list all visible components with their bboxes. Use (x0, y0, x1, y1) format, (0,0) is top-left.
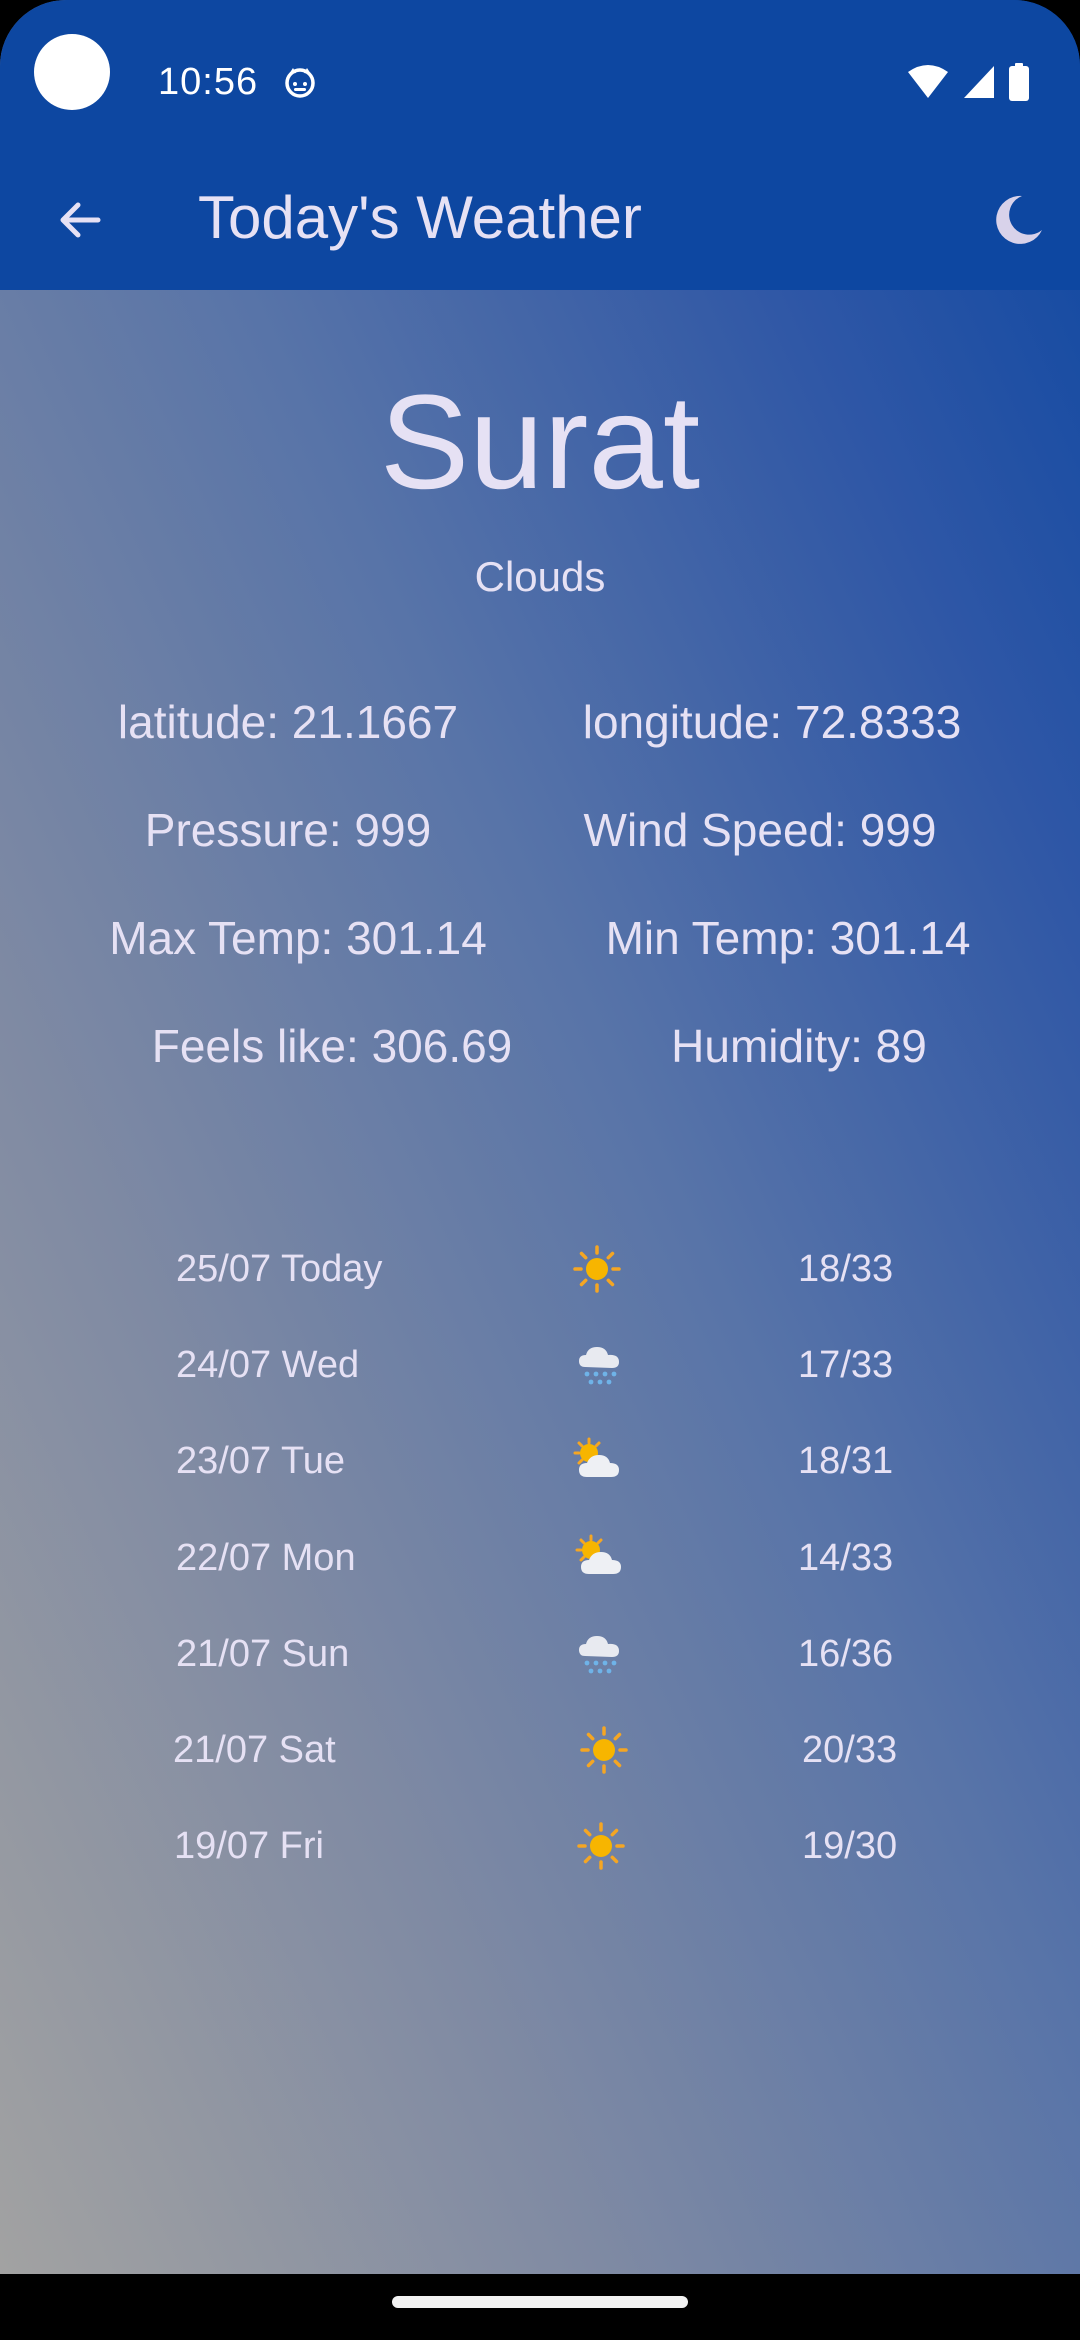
status-bar: 10:56 (0, 0, 1080, 150)
forecast-date: 21/07 Sat (173, 1729, 336, 1771)
feels-like-stat: Feels like: 306.69 (151, 1020, 513, 1072)
max-temp-stat: Max Temp: 301.14 (109, 912, 487, 964)
forecast-date: 25/07 Today (176, 1248, 383, 1290)
forecast-date: 19/07 Fri (174, 1825, 324, 1867)
sun-icon (573, 1245, 621, 1293)
status-time: 10:56 (158, 61, 259, 103)
camera-cutout (34, 34, 110, 110)
app-notification-icon (285, 68, 315, 98)
forecast-date: 23/07 Tue (176, 1440, 346, 1482)
forecast-row: 21/07 Sun 16/36 (0, 1624, 1080, 1684)
forecast-row: 22/07 Mon 14/33 (0, 1528, 1080, 1588)
latitude-stat: latitude: 21.1667 (117, 696, 459, 748)
forecast-row: 24/07 Wed 17/33 (0, 1335, 1080, 1395)
crescent-moon-icon (996, 195, 1042, 244)
back-button[interactable] (40, 180, 120, 260)
app-bar: Today's Weather (0, 150, 1080, 290)
forecast-temp: 17/33 (798, 1344, 894, 1386)
wifi-icon (908, 65, 948, 98)
arrow-left-icon (60, 202, 101, 238)
background-gradient (0, 0, 1080, 2274)
pressure-stat: Pressure: 999 (144, 804, 432, 856)
snow-cloud-icon (579, 1636, 619, 1674)
forecast-temp: 14/33 (798, 1537, 894, 1579)
forecast-row: 25/07 Today 18/33 (0, 1239, 1080, 1299)
sun-icon (577, 1822, 625, 1870)
battery-icon (1009, 63, 1029, 101)
sun-behind-cloud-icon (573, 1437, 619, 1477)
home-gesture-handle[interactable] (392, 2296, 688, 2308)
humidity-stat: Humidity: 89 (671, 1020, 927, 1072)
cellular-signal-icon (964, 66, 994, 98)
forecast-row: 21/07 Sat 20/33 (0, 1720, 1080, 1780)
forecast-temp: 16/36 (798, 1633, 894, 1675)
phone-screen: 10:56 Today's Weather Surat Clouds latit… (0, 0, 1080, 2340)
status-icons (906, 62, 1030, 102)
theme-toggle-button[interactable] (978, 180, 1058, 260)
sun-icon (580, 1726, 628, 1774)
min-temp-stat: Min Temp: 301.14 (605, 912, 971, 964)
navigation-bar (0, 2274, 1080, 2340)
forecast-temp: 18/31 (798, 1440, 894, 1482)
city-name: Surat (379, 368, 701, 517)
longitude-stat: longitude: 72.8333 (582, 696, 962, 748)
forecast-date: 22/07 Mon (176, 1537, 356, 1579)
forecast-row: 23/07 Tue 18/31 (0, 1431, 1080, 1491)
forecast-row: 19/07 Fri 19/30 (0, 1816, 1080, 1876)
sun-behind-cloud-icon (575, 1534, 621, 1574)
snow-cloud-icon (579, 1347, 619, 1385)
wind-speed-stat: Wind Speed: 999 (583, 804, 937, 856)
forecast-temp: 18/33 (798, 1248, 894, 1290)
weather-condition: Clouds (474, 553, 606, 600)
forecast-temp: 20/33 (802, 1729, 898, 1771)
page-title: Today's Weather (198, 184, 642, 251)
forecast-temp: 19/30 (802, 1825, 898, 1867)
forecast-date: 24/07 Wed (176, 1344, 360, 1386)
forecast-date: 21/07 Sun (176, 1633, 350, 1675)
